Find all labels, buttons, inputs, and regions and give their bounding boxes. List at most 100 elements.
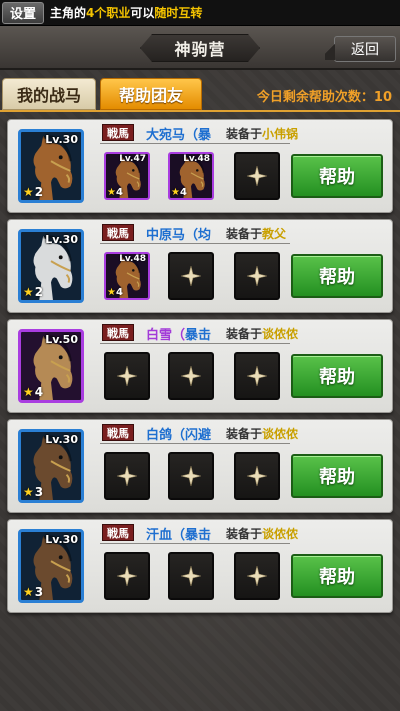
helper-slot-empty[interactable] bbox=[234, 552, 280, 600]
helper-star-count: 4 bbox=[115, 287, 123, 298]
warhorse-tag: 戦馬 bbox=[102, 224, 134, 241]
back-button[interactable]: 返回 bbox=[325, 36, 396, 62]
warhorse-tag: 戦馬 bbox=[102, 124, 134, 141]
tab-underline bbox=[0, 110, 400, 112]
horse-portrait[interactable]: Lv.30 ★ 2 bbox=[18, 129, 84, 203]
help-button[interactable]: 帮助 bbox=[291, 554, 383, 598]
helper-slot-filled[interactable]: Lv.48 ★4 bbox=[168, 152, 214, 200]
help-button[interactable]: 帮助 bbox=[291, 254, 383, 298]
divider bbox=[100, 343, 290, 344]
divider bbox=[100, 143, 290, 144]
horse-level: Lv.30 bbox=[45, 533, 78, 546]
tab-help-teammates[interactable]: 帮助团友 bbox=[100, 78, 202, 110]
star-icon: ★ bbox=[171, 187, 180, 198]
horse-stars: ★ 2 bbox=[23, 185, 43, 199]
horse-portrait[interactable]: Lv.30 ★ 3 bbox=[18, 429, 84, 503]
add-sparkle-icon bbox=[117, 466, 137, 486]
helper-slot-filled[interactable]: Lv.47 ★4 bbox=[104, 152, 150, 200]
help-card: Lv.30 ★ 2 戦馬 大宛马（暴 装备于小伟锅 Lv.47 ★4 Lv.48 ★4… bbox=[7, 119, 393, 213]
add-sparkle-icon bbox=[247, 266, 267, 286]
helper-slot-empty[interactable] bbox=[234, 152, 280, 200]
equipped-by: 装备于谈侬侬 bbox=[226, 325, 298, 342]
warhorse-tag: 戦馬 bbox=[102, 524, 134, 541]
help-card: Lv.30 ★ 3 戦馬 白鸽（闪避 装备于谈侬侬 帮助 bbox=[7, 419, 393, 513]
star-icon: ★ bbox=[107, 187, 116, 198]
notice-bar: 设置 主角的4个职业可以随时互转 bbox=[0, 0, 400, 26]
remaining-help-label: 今日剩余帮助次数： bbox=[256, 90, 374, 105]
helper-stars: ★4 bbox=[107, 287, 123, 298]
helper-level: Lv.48 bbox=[119, 254, 146, 264]
horse-name: 白雪（暴击 bbox=[146, 324, 211, 343]
divider bbox=[100, 443, 290, 444]
notice-text: 主角的4个职业可以随时互转 bbox=[50, 4, 202, 21]
settings-button[interactable]: 设置 bbox=[2, 1, 44, 24]
horse-portrait[interactable]: Lv.30 ★ 2 bbox=[18, 229, 84, 303]
helper-star-count: 4 bbox=[115, 187, 123, 198]
horse-portrait[interactable]: Lv.50 ★ 4 bbox=[18, 329, 84, 403]
star-icon: ★ bbox=[23, 385, 34, 399]
helper-level: Lv.48 bbox=[183, 154, 210, 164]
add-sparkle-icon bbox=[117, 566, 137, 586]
horse-star-count: 2 bbox=[34, 285, 44, 299]
horse-skill: 暴击 bbox=[185, 328, 212, 343]
add-sparkle-icon bbox=[181, 266, 201, 286]
helper-stars: ★4 bbox=[107, 187, 123, 198]
helper-slot-empty[interactable] bbox=[168, 452, 214, 500]
horse-level: Lv.50 bbox=[45, 333, 78, 346]
star-icon: ★ bbox=[23, 185, 34, 199]
add-sparkle-icon bbox=[181, 366, 201, 386]
equipped-label: 装备于 bbox=[226, 127, 263, 141]
horse-level: Lv.30 bbox=[45, 233, 78, 246]
helper-slot-empty[interactable] bbox=[234, 352, 280, 400]
horse-level: Lv.30 bbox=[45, 433, 78, 446]
add-sparkle-icon bbox=[247, 566, 267, 586]
helper-slot-empty[interactable] bbox=[104, 452, 150, 500]
helper-stars: ★4 bbox=[171, 187, 187, 198]
horse-stars: ★ 2 bbox=[23, 285, 43, 299]
helper-slot-filled[interactable]: Lv.48 ★4 bbox=[104, 252, 150, 300]
remaining-help-count: 今日剩余帮助次数：10 bbox=[257, 86, 392, 105]
horse-name-text: 白雪（ bbox=[146, 328, 186, 343]
helper-slot-empty[interactable] bbox=[104, 352, 150, 400]
help-button[interactable]: 帮助 bbox=[291, 454, 383, 498]
add-sparkle-icon bbox=[181, 466, 201, 486]
star-icon: ★ bbox=[23, 585, 34, 599]
add-sparkle-icon bbox=[181, 566, 201, 586]
help-card: Lv.30 ★ 2 戦馬 中原马（均 装备于教父 Lv.48 ★4 帮助 bbox=[7, 219, 393, 313]
horse-name: 汗血（暴击 bbox=[146, 524, 211, 543]
remaining-help-value: 10 bbox=[373, 90, 392, 105]
helper-slot-empty[interactable] bbox=[234, 252, 280, 300]
add-sparkle-icon bbox=[247, 466, 267, 486]
horse-stars: ★ 3 bbox=[23, 485, 43, 499]
horse-name-text: 大宛马（暴 bbox=[146, 128, 212, 143]
helper-slot-empty[interactable] bbox=[168, 252, 214, 300]
star-icon: ★ bbox=[23, 485, 34, 499]
divider bbox=[100, 543, 290, 544]
helper-slot-empty[interactable] bbox=[234, 452, 280, 500]
help-button[interactable]: 帮助 bbox=[291, 354, 383, 398]
horse-name-text: 汗血（暴击 bbox=[146, 528, 212, 543]
warhorse-tag: 戦馬 bbox=[102, 424, 134, 441]
notice-text-prefix: 主角的 bbox=[50, 6, 87, 20]
owner-name: 谈侬侬 bbox=[262, 427, 299, 441]
title-bar: 神驹营 返回 bbox=[0, 26, 400, 70]
horse-stars: ★ 3 bbox=[23, 585, 43, 599]
equipped-label: 装备于 bbox=[226, 427, 263, 441]
horse-level: Lv.30 bbox=[45, 133, 78, 146]
add-sparkle-icon bbox=[247, 166, 267, 186]
helper-slot-empty[interactable] bbox=[168, 552, 214, 600]
horse-portrait[interactable]: Lv.30 ★ 3 bbox=[18, 529, 84, 603]
horse-name: 中原马（均 bbox=[146, 224, 211, 243]
help-button[interactable]: 帮助 bbox=[291, 154, 383, 198]
tab-my-horses[interactable]: 我的战马 bbox=[2, 78, 96, 110]
star-icon: ★ bbox=[23, 285, 34, 299]
horse-star-count: 3 bbox=[34, 585, 44, 599]
helper-slot-empty[interactable] bbox=[104, 552, 150, 600]
horse-name: 白鸽（闪避 bbox=[146, 424, 211, 443]
tab-bar: 我的战马 帮助团友 今日剩余帮助次数：10 bbox=[0, 74, 400, 112]
notice-text-middle: 可以 bbox=[130, 6, 155, 20]
notice-highlight-switch: 随时互转 bbox=[154, 6, 203, 20]
horse-star-count: 4 bbox=[34, 385, 44, 399]
helper-slot-empty[interactable] bbox=[168, 352, 214, 400]
horse-star-count: 2 bbox=[34, 185, 44, 199]
